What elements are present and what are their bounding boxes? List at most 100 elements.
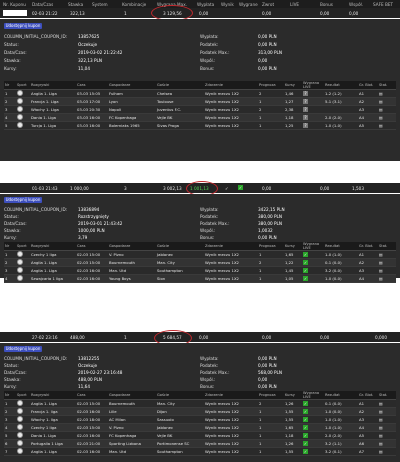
- table-row[interactable]: 2 Anglia 1. Liga 02-03 15:00 Bournemouth Man…: [4, 258, 396, 267]
- football-icon: [17, 98, 23, 104]
- coupon-panel-2: Udostępnij kupon COLUMN_INITIAL_COUPON_I…: [0, 194, 400, 283]
- cell-time: 03-03 17:00: [76, 97, 108, 106]
- cell-odds: 1,18: [284, 431, 302, 440]
- column-header-live-win[interactable]: Wygrana LIVE: [302, 391, 324, 400]
- cell-odds: 1,26: [284, 399, 302, 408]
- stake-value: 1000,00 PLN: [78, 228, 105, 233]
- column-header-home[interactable]: Gospodarze: [108, 81, 156, 90]
- column-header-stat[interactable]: Stat.: [378, 242, 396, 251]
- stats-icon[interactable]: ▤: [379, 260, 383, 265]
- table-row[interactable]: 1 Anglia 1. Liga 03-03 15:05 Fulham Chelsea W…: [4, 89, 396, 98]
- table-row[interactable]: 5 Turcja 1. Liga 03-03 16:00 Bolerniaks 196…: [4, 121, 396, 130]
- column-header-odds[interactable]: Kursy: [284, 242, 302, 251]
- column-header-prediction[interactable]: Prognoza: [258, 81, 284, 90]
- column-header-nr[interactable]: Nr: [4, 242, 16, 251]
- table-row[interactable]: 3 Włochy 1. liga 02-03 18:00 AC Milan Sassuo…: [4, 415, 396, 424]
- column-header-away[interactable]: Goście: [156, 81, 204, 90]
- stats-icon[interactable]: ▤: [379, 433, 383, 438]
- column-header-odds[interactable]: Kursy: [284, 81, 302, 90]
- column-header-event[interactable]: Zdarzenie: [204, 81, 258, 90]
- column-header-prediction[interactable]: Prognoza: [258, 242, 284, 251]
- column-header-event[interactable]: Zdarzenie: [204, 242, 258, 251]
- table-row[interactable]: 4 Czechy 1 liga 02-03 15:00 V. Plzno Jablone…: [4, 423, 396, 432]
- column-header-away[interactable]: Goście: [156, 242, 204, 251]
- column-header-result[interactable]: Rezultat: [324, 81, 358, 90]
- stats-icon[interactable]: ▤: [379, 99, 383, 104]
- column-header-sport[interactable]: Sport: [16, 81, 30, 90]
- stats-icon[interactable]: ▤: [379, 123, 383, 128]
- cell-home: V. Plzno: [108, 250, 156, 259]
- cell-nr: 7: [4, 447, 16, 456]
- column-header-league[interactable]: Rozgrywki: [30, 81, 76, 90]
- column-header-stat[interactable]: Stat.: [378, 391, 396, 400]
- stats-icon[interactable]: ▤: [379, 268, 383, 273]
- table-row[interactable]: 4 Szwajcaria 1 liga 02-03 16:00 Young Boys S…: [4, 274, 396, 283]
- table-row[interactable]: 1 Czechy 1 liga 02-03 15:00 V. Plzno Jablone…: [4, 250, 396, 259]
- cell-league: Włochy 1. liga: [30, 415, 76, 424]
- share-coupon-button[interactable]: Udostępnij kupon: [4, 23, 42, 29]
- stats-icon[interactable]: ▤: [379, 252, 383, 257]
- table-row[interactable]: 2 Francja 1. liga 02-03 16:00 Lille Dijon Wyn…: [4, 407, 396, 416]
- column-header-time[interactable]: Czas: [76, 391, 108, 400]
- cell-sport: [16, 423, 30, 432]
- table-row[interactable]: 6 Portugalia 1 Liga 02-03 21:00 Sporting Li…: [4, 439, 396, 448]
- column-header-stat[interactable]: Stat.: [378, 81, 396, 90]
- cell-nr: 5: [4, 431, 16, 440]
- cell-away: Jablonec: [156, 250, 204, 259]
- share-coupon-button[interactable]: Udostępnij kupon: [4, 197, 42, 203]
- column-header-sport[interactable]: Sport: [16, 391, 30, 400]
- cell-away: Vejle BK: [156, 113, 204, 122]
- column-header-sport[interactable]: Sport: [16, 242, 30, 251]
- column-header-home[interactable]: Gospodarze: [108, 391, 156, 400]
- stats-icon[interactable]: ▤: [379, 425, 383, 430]
- column-header-group[interactable]: Gr. Biot.: [358, 81, 378, 90]
- table-row[interactable]: 2 Francja 1. Liga 03-03 17:00 Lyon Toulouse W…: [4, 97, 396, 106]
- stats-icon[interactable]: ▤: [379, 115, 383, 120]
- column-header-result[interactable]: Rezultat: [324, 242, 358, 251]
- stats-icon[interactable]: ▤: [379, 449, 383, 454]
- column-header-nr[interactable]: Nr: [4, 391, 16, 400]
- share-coupon-button[interactable]: Udostępnij kupon: [4, 346, 42, 352]
- top-summary-row[interactable]: 02-03 21:22 322,13 1 3 129,56 0,00 0,00 …: [0, 8, 400, 18]
- table-row[interactable]: 1 Anglia 1. Liga 02-03 15:00 Bournemouth Man…: [4, 399, 396, 408]
- column-header-result[interactable]: Rezultat: [324, 391, 358, 400]
- column-header-group[interactable]: Gr. Biot.: [358, 391, 378, 400]
- column-header-league[interactable]: Rozgrywki: [30, 391, 76, 400]
- table-row[interactable]: 3 Włochy 1. Liga 03-03 20:30 Napoli Juventus…: [4, 105, 396, 114]
- stats-icon[interactable]: ▤: [379, 441, 383, 446]
- column-header-away[interactable]: Goście: [156, 391, 204, 400]
- cell-result: 1-0 (1-0): [324, 250, 358, 259]
- stats-icon[interactable]: ▤: [379, 107, 383, 112]
- column-header-time[interactable]: Czas: [76, 81, 108, 90]
- column-header-group[interactable]: Gr. Biot.: [358, 242, 378, 251]
- football-icon: [17, 267, 23, 273]
- stats-icon[interactable]: ▤: [379, 276, 383, 281]
- cell-live-win: ✓: [302, 407, 324, 416]
- table-row[interactable]: 3 Anglia 1. Liga 02-03 16:00 Man. Utd Southa…: [4, 266, 396, 275]
- column-header-nr[interactable]: Nr: [4, 81, 16, 90]
- cell-result: [324, 105, 358, 114]
- table-header-row: Nr Sport Rozgrywki Czas Gospodarze Goście Zdar…: [4, 242, 396, 251]
- column-header-odds[interactable]: Kursy: [284, 391, 302, 400]
- table-row[interactable]: 7 Anglia 1. Liga 02-03 16:00 Man. Utd Southa…: [4, 447, 396, 456]
- column-header-time[interactable]: Czas: [76, 242, 108, 251]
- summary-row-3[interactable]: 27-02 23:16 488,00 1 5 684,57 0,00 0,00 …: [0, 332, 400, 342]
- column-header-prediction[interactable]: Prognoza: [258, 391, 284, 400]
- column-header-live-win[interactable]: Wygrana LIVE: [302, 242, 324, 251]
- col-header: LIVE: [290, 2, 300, 7]
- column-header-league[interactable]: Rozgrywki: [30, 242, 76, 251]
- cell-prediction: 1: [258, 415, 284, 424]
- cell-result: 1-0 (1-0): [324, 121, 358, 130]
- stats-icon[interactable]: ▤: [379, 91, 383, 96]
- stats-icon[interactable]: ▤: [379, 401, 383, 406]
- table-row[interactable]: 4 Dania 1. Liga 03-03 16:00 FC Kopenhaga Vej…: [4, 113, 396, 122]
- column-header-home[interactable]: Gospodarze: [108, 242, 156, 251]
- combinations: 1: [124, 11, 127, 16]
- column-header-event[interactable]: Zdarzenie: [204, 391, 258, 400]
- cell-group: A6: [358, 439, 378, 448]
- table-row[interactable]: 5 Dania 1. Liga 02-03 16:00 FC Kopenhaga Vej…: [4, 431, 396, 440]
- stats-icon[interactable]: ▤: [379, 409, 383, 414]
- stats-icon[interactable]: ▤: [379, 417, 383, 422]
- column-header-live-win[interactable]: Wygrana LIVE: [302, 81, 324, 90]
- cell-live-win: ✓: [302, 399, 324, 408]
